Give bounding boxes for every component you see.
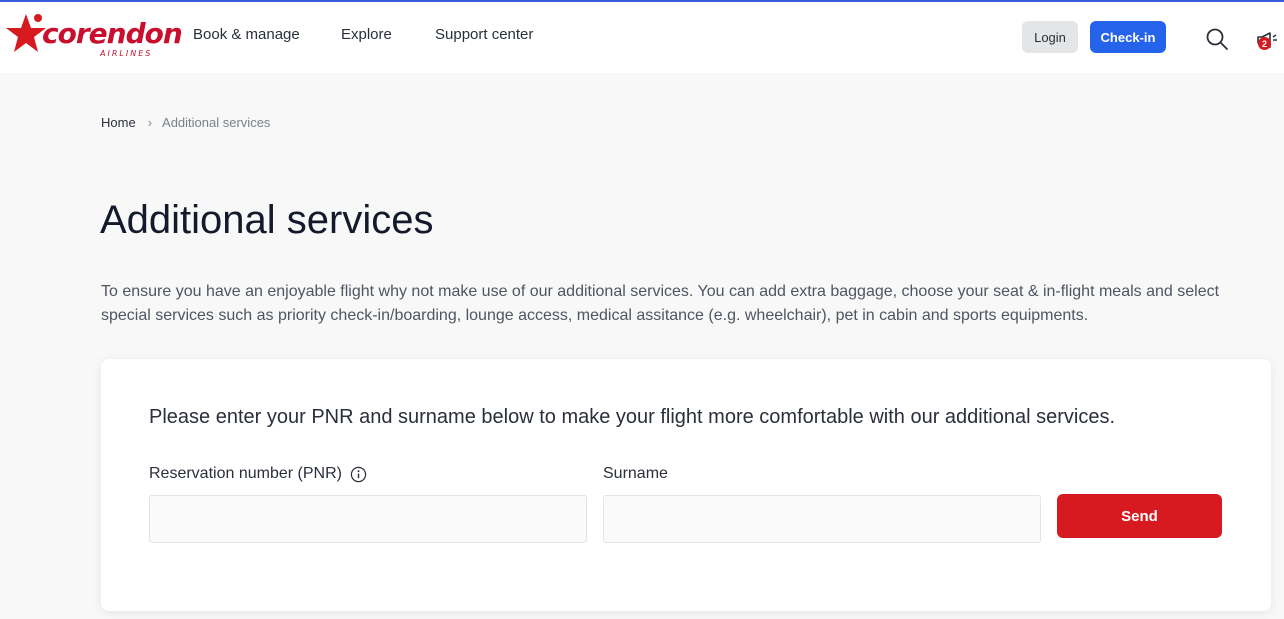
nav-book-manage[interactable]: Book & manage	[193, 26, 300, 43]
breadcrumb: Home › Additional services	[101, 115, 270, 130]
nav-support-center[interactable]: Support center	[435, 26, 533, 43]
site-header: corendon AIRLINES Book & manage Explore …	[0, 2, 1284, 73]
login-button[interactable]: Login	[1022, 21, 1078, 53]
pnr-form-card: Please enter your PNR and surname below …	[101, 359, 1271, 611]
search-icon[interactable]	[1205, 27, 1229, 51]
surname-label: Surname	[603, 465, 668, 482]
page-intro: To ensure you have an enjoyable flight w…	[101, 283, 1220, 324]
brand-wordmark: corendon	[42, 17, 183, 50]
surname-input[interactable]	[603, 495, 1041, 543]
info-icon[interactable]	[350, 466, 367, 483]
nav-explore[interactable]: Explore	[341, 26, 392, 43]
pnr-input[interactable]	[149, 495, 587, 543]
corendon-logo[interactable]: corendon AIRLINES	[4, 10, 183, 62]
notification-badge: 2	[1258, 37, 1271, 50]
breadcrumb-home[interactable]: Home	[101, 115, 136, 130]
chevron-right-icon: ›	[147, 115, 153, 130]
pnr-label: Reservation number (PNR)	[149, 465, 342, 482]
brand-subtitle: AIRLINES	[100, 49, 153, 58]
checkin-button[interactable]: Check-in	[1090, 21, 1166, 53]
surname-label-row: Surname	[603, 465, 668, 483]
breadcrumb-current: Additional services	[162, 115, 271, 130]
page-title: Additional services	[100, 198, 434, 242]
pnr-label-row: Reservation number (PNR)	[149, 465, 367, 483]
form-prompt: Please enter your PNR and surname below …	[149, 406, 1116, 428]
send-button[interactable]: Send	[1057, 494, 1222, 538]
